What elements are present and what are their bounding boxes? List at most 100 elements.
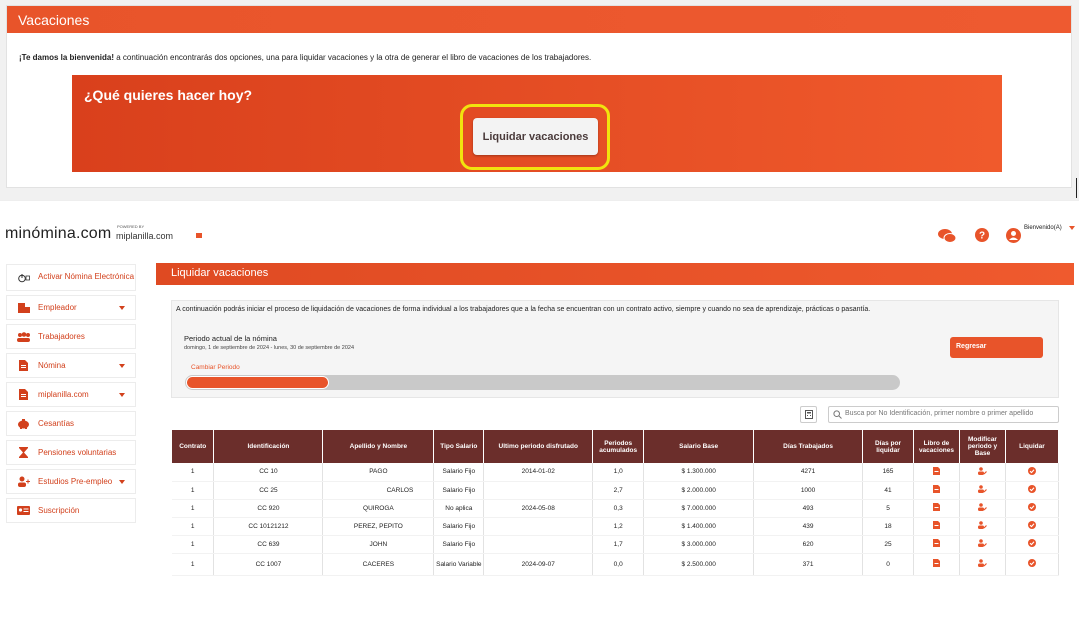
cell-dias-trabajados: 371 [753,553,864,576]
chevron-down-icon [119,393,125,397]
sidebar-item-estudios[interactable]: Estudios Pre-empleo [6,469,136,494]
cell-dias-trabajados: 4271 [753,463,864,482]
cell-periodos: 1,7 [592,535,645,554]
cell-periodos: 1,2 [592,517,645,536]
cell-dias-trabajados: 439 [753,517,864,536]
col-dias-trabajados: Días Trabajados [753,430,864,463]
sidebar-item-label: Suscripción [38,506,80,515]
table-row: 1 CC 10 PAGO Salario Fijo 2014-01-02 1,0 $ 1.3… [172,463,1060,482]
pdf-icon[interactable] [932,503,940,513]
sidebar-item-nomina[interactable]: Nómina [6,353,136,378]
pdf-icon[interactable] [932,559,940,569]
liquidar-vacaciones-card: Liquidar vacaciones A continuación podrá… [156,263,1074,583]
edit-user-icon[interactable] [977,559,987,569]
sidebar-item-suscripcion[interactable]: Suscripción [6,498,136,523]
user-avatar-icon[interactable] [1006,228,1022,244]
cell-dias-liquidar: 25 [862,535,914,554]
col-nombre: Apellido y Nombre [322,430,435,463]
edit-user-icon[interactable] [977,521,987,531]
cambiar-periodo-link[interactable]: Cambiar Periodo [191,364,240,371]
sidebar-item-label: miplanilla.com [38,390,89,399]
page-title: Liquidar vacaciones [156,263,1074,285]
powered-by: POWERED BY [117,224,145,229]
user-greeting[interactable]: Bienvenido(A) [1024,225,1062,231]
cell-nombre: PAGO [322,463,435,482]
check-circle-icon[interactable] [1027,539,1036,549]
cell-identificacion: CC 920 [213,499,324,518]
calculator-icon [804,406,813,424]
chat-icon[interactable] [938,228,957,244]
pdf-icon[interactable] [932,539,940,549]
welcome-bold: ¡Te damos la bienvenida! [19,53,114,62]
cell-nombre: PEREZ, PEPITO [322,517,435,536]
sidebar-item-trabajadores[interactable]: Trabajadores [6,324,136,349]
power-icon [17,272,30,283]
cell-liquidar [1005,535,1060,554]
check-circle-icon[interactable] [1027,559,1036,569]
cell-salario-base: $ 7.000.000 [643,499,755,518]
col-dias-liquidar: Días por liquidar [862,430,914,463]
cell-ultimo-periodo [483,517,594,536]
sidebar-item-activar-nomina[interactable]: Activar Nómina Electrónica [6,264,136,291]
col-modificar: Modificar periodo y Base [959,430,1006,463]
check-circle-icon[interactable] [1027,485,1036,495]
chevron-down-icon[interactable] [1069,226,1075,230]
cell-ultimo-periodo: 2014-01-02 [483,463,594,482]
help-icon[interactable]: ? [975,228,991,244]
export-button[interactable] [800,406,817,423]
edit-user-icon[interactable] [977,503,987,513]
cell-identificacion: CC 1007 [213,553,324,576]
sidebar-item-pensiones[interactable]: Pensiones voluntarias [6,440,136,465]
check-circle-icon[interactable] [1027,521,1036,531]
edit-user-icon[interactable] [977,539,987,549]
user-plus-icon [17,476,30,487]
cell-salario-base: $ 2.500.000 [643,553,755,576]
cell-libro [913,517,960,536]
id-card-icon [17,505,30,516]
pdf-icon[interactable] [932,521,940,531]
cell-salario-base: $ 1.400.000 [643,517,755,536]
liquidar-vacaciones-button[interactable]: Liquidar vacaciones [473,118,598,155]
check-circle-icon[interactable] [1027,503,1036,513]
period-title: Periodo actual de la nómina [184,334,277,343]
cell-ultimo-periodo: 2024-09-07 [483,553,594,576]
cell-dias-liquidar: 165 [862,463,914,482]
period-progress-bar [185,375,900,390]
cell-periodos: 0,3 [592,499,645,518]
cell-dias-liquidar: 18 [862,517,914,536]
cell-dias-trabajados: 620 [753,535,864,554]
cell-liquidar [1005,499,1060,518]
search-input[interactable]: Busca por No Identificación, primer nomb… [828,406,1059,423]
pdf-icon[interactable] [932,466,940,477]
table-row: 1 CC 920 QUIROGA No aplica 2024-05-08 0,3 $ 7.… [172,499,1060,518]
sidebar-item-miplanilla[interactable]: miplanilla.com [6,382,136,407]
edit-user-icon[interactable] [977,485,987,495]
sidebar-item-label: Activar Nómina Electrónica [38,272,135,282]
check-circle-icon[interactable] [1027,466,1036,477]
cell-tipo-salario: No aplica [433,499,485,518]
cell-salario-base: $ 1.300.000 [643,463,755,482]
cell-libro [913,535,960,554]
vacaciones-title: Vacaciones [7,6,1071,33]
table-row: 1 CC 10121212 PEREZ, PEPITO Salario Fijo 1,2… [172,517,1060,536]
logo[interactable]: minómina.com [5,225,111,243]
cell-salario-base: $ 2.000.000 [643,481,755,500]
chevron-down-icon [119,306,125,310]
col-salario-base: Salario Base [643,430,755,463]
cell-modificar [959,463,1006,482]
col-libro: Libro de vacaciones [913,430,960,463]
sidebar-item-cesantias[interactable]: Cesantías [6,411,136,436]
document-icon [17,389,30,400]
sidebar-item-empleador[interactable]: Empleador [6,295,136,320]
document-icon [17,360,30,371]
cell-ultimo-periodo [483,481,594,500]
col-contrato: Contrato [172,430,215,463]
col-ultimo-periodo: Ultimo periodo disfrutado [483,430,594,463]
cell-tipo-salario: Salario Variable [433,553,485,576]
edit-user-icon[interactable] [977,466,987,477]
regresar-button[interactable]: Regresar [950,337,1043,358]
table-row: 1 CC 639 JOHN Salario Fijo 1,7 $ 3.000.000 620… [172,535,1060,554]
cell-contrato: 1 [172,499,215,518]
pdf-icon[interactable] [932,485,940,495]
svg-text:?: ? [979,231,985,242]
